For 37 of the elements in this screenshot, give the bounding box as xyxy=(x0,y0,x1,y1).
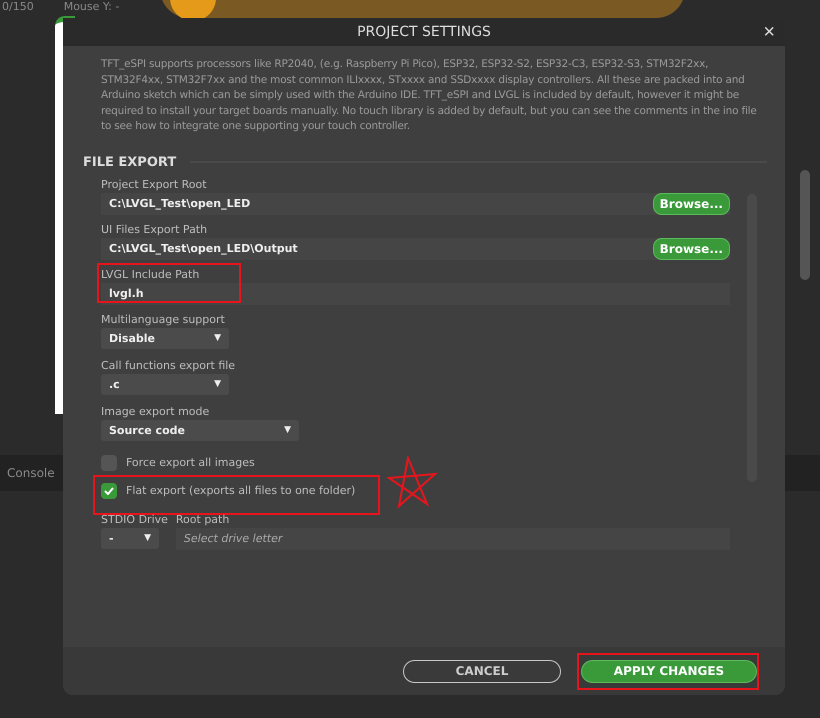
dropdown[interactable]: Source code ▼ xyxy=(101,420,299,440)
field-label: UI Files Export Path xyxy=(101,222,208,236)
console-tab[interactable]: Console xyxy=(7,466,55,480)
checkbox-label: Flat export (exports all files to one folder) xyxy=(126,484,356,497)
close-button[interactable]: × xyxy=(761,21,777,43)
caret-icon: ▼ xyxy=(144,533,151,543)
dropdown[interactable]: - ▼ xyxy=(101,528,159,548)
field-label: Project Export Root xyxy=(101,178,208,190)
field-label: LVGL Include Path xyxy=(101,268,200,280)
path-field[interactable]: C:\LVGL_Test\open_LED\Output Browse... xyxy=(101,238,730,260)
star-drawing xyxy=(385,456,439,510)
description-text: TFT_eSPI supports processors like RP2040, (e.g. Raspberry Pi Pico), ESP32, ESP32-S2, ESP32-C3, ESP32-S3, STM32F2xx, STM32F4xx, STM32F7xx and the most common ILIxxxx, STxxxx and SSDxxxx display controllers. All these are packed into and Arduino sketch which can be simply used with the Arduino IDE. TFT_eSPI and LVGL is included by default, however it might be required to install your target boards manually. No touch library is added by default, but you can see the comments in the ino file to see how to integrate one supporting your touch controller. xyxy=(101,57,758,134)
caret-icon: ▼ xyxy=(214,379,221,389)
browse-button[interactable]: Browse... xyxy=(652,238,730,260)
checkbox-label: Force export all images xyxy=(126,456,255,469)
dropdown[interactable]: Disable ▼ xyxy=(101,328,229,348)
field-label: Multilanguage support xyxy=(101,312,226,326)
checkbox[interactable] xyxy=(101,482,117,498)
caret-icon: ▼ xyxy=(214,333,221,343)
input-field[interactable]: lvgl.h xyxy=(101,282,730,304)
path-field[interactable]: C:\LVGL_Test\open_LED Browse... xyxy=(101,192,730,214)
scrollbar-thumb[interactable] xyxy=(800,170,810,280)
caret-icon: ▼ xyxy=(284,425,291,435)
section-heading: FILE EXPORT xyxy=(83,154,176,170)
field-label: STDIO Drive xyxy=(101,512,168,526)
input-field[interactable]: Select drive letter xyxy=(176,528,730,550)
cancel-button[interactable]: CANCEL xyxy=(403,660,561,682)
dropdown[interactable]: .c ▼ xyxy=(101,374,229,394)
mouse-readout: Mouse Y: - xyxy=(64,0,120,12)
browse-button[interactable]: Browse... xyxy=(652,192,730,214)
field-label: Call functions export file xyxy=(101,358,236,372)
apply-button[interactable]: APPLY CHANGES xyxy=(581,660,757,682)
counter-text: 0/150 xyxy=(2,0,34,12)
field-label: Root path xyxy=(176,512,230,526)
field-label: Image export mode xyxy=(101,404,210,418)
check-icon xyxy=(104,486,114,494)
dialog-title: PROJECT SETTINGS xyxy=(357,24,491,40)
